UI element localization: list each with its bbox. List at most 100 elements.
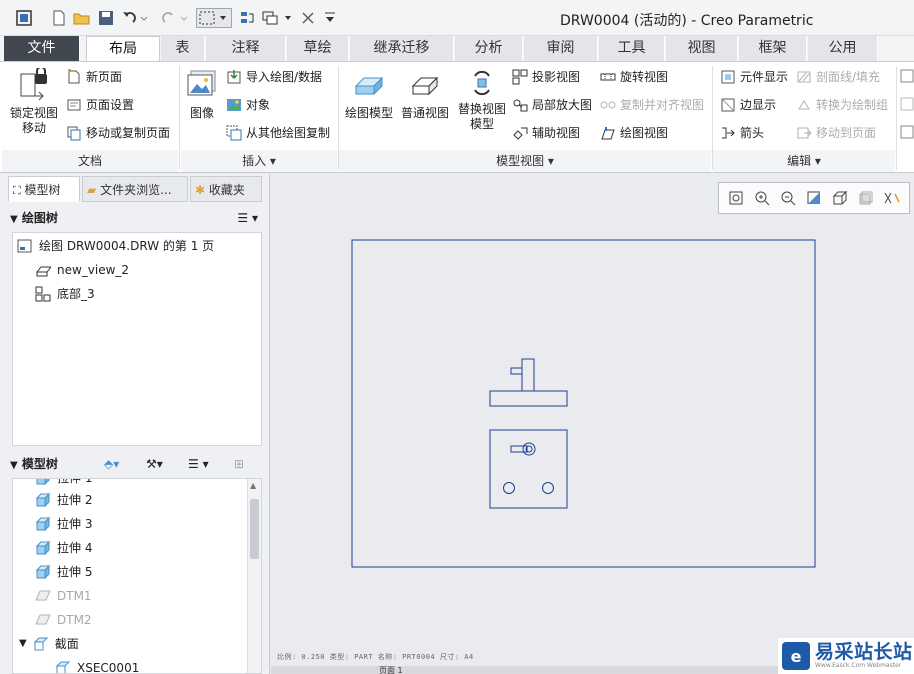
tree-item-sheet[interactable]: 绘图 DRW0004.DRW 的第 1 页 [17,235,214,257]
drawing-tree-header[interactable]: ▼ 绘图树 ☰ ▾ [10,206,262,230]
extrude-label: 拉伸 2 [57,493,93,507]
datum-plane-icon [35,614,51,625]
tree-item-datum-plane[interactable]: DTM2 [35,609,92,631]
detailed-view-button[interactable]: 局部放大图 [512,96,592,113]
drawing-model-icon [354,76,384,96]
tree-item-extrude[interactable]: 拉伸 4 [35,537,92,559]
auxiliary-view-button[interactable]: 辅助视图 [512,124,580,141]
tab-annotate[interactable]: 注释 [206,36,286,61]
model-tree: 拉伸 1 拉伸 2 拉伸 3 拉伸 4 拉伸 5 DTM1 DTM2 ▼ 截面 … [12,478,262,674]
lock-view-move-button[interactable]: 锁定视图 移动 [6,68,62,136]
model-tree-header[interactable]: ▼ 模型树 ⬘▾ ⚒▾ ☰ ▾ ⊞ [10,452,262,476]
window-icon[interactable] [12,8,36,28]
window-title: DRW0004 (活动的) - Creo Parametric [560,13,814,29]
scrollbar-thumb[interactable] [250,499,259,559]
insert-group-footer[interactable]: 插入 ▾ [181,150,337,172]
select-box-icon[interactable] [196,8,232,28]
drawing-view-button[interactable]: 绘图视图 [600,124,668,141]
projection-view-button[interactable]: 投影视图 [512,68,580,85]
drawing-sheet[interactable] [271,174,914,674]
edge-display-button[interactable]: 边显示 [720,96,776,113]
tab-view[interactable]: 视图 [666,36,738,61]
collapse-icon[interactable]: ▼ [10,214,18,225]
tab-analysis[interactable]: 分析 [455,36,523,61]
edit-group-footer[interactable]: 编辑 ▾ [713,150,895,172]
component-display-button[interactable]: 元件显示 [720,68,788,85]
copy-align-view-button[interactable]: 复制并对齐视图 [600,96,704,113]
format-icon[interactable] [900,124,914,140]
datum-plane-label: DTM1 [57,589,92,603]
new-icon[interactable] [50,8,68,28]
tools-icon[interactable]: ⚒▾ [146,452,163,476]
tab-favorites[interactable]: ✱ 收藏夹 [190,176,262,202]
import-drawing-data-button[interactable]: 导入绘图/数据 [226,68,322,85]
tab-folder-browser[interactable]: ▰ 文件夹浏览... [82,176,188,202]
datum-plane-icon [35,590,51,601]
convert-to-draw-group-button[interactable]: 转换为绘制组 [796,96,888,113]
tree-item-extrude[interactable]: 拉伸 3 [35,513,92,535]
page-setup-button[interactable]: 页面设置 [66,96,134,113]
tab-legacy-migration[interactable]: 继承迁移 [350,36,454,61]
tab-layout[interactable]: 布局 [86,36,160,62]
tab-file[interactable]: 文件 [4,36,80,61]
format-icon[interactable] [900,68,914,84]
copy-from-other-drawing-button[interactable]: 从其他绘图复制 [226,124,330,141]
drawing-model-label: 绘图模型 [344,106,393,120]
scroll-up-icon[interactable]: ▲ [250,481,256,490]
watermark: e 易采站长站 Www.Easck.Com Webmaster [778,638,914,674]
image-button[interactable]: 图像 [184,68,220,121]
undo-icon[interactable] [120,8,150,28]
regenerate-icon[interactable] [238,8,256,28]
tree-item-extrude[interactable]: 拉伸 5 [35,561,92,583]
drawing-model-button[interactable]: 绘图模型 [342,68,396,121]
tab-model-tree[interactable]: ⛶ 模型树 [8,176,80,202]
tree-item-view[interactable]: new_view_2 [35,259,129,281]
detailed-view-icon [513,99,528,111]
tree-item-extrude[interactable]: 拉伸 1 [35,479,92,489]
move-to-page-button[interactable]: 移动到页面 [796,124,876,141]
chevron-down-icon: ▾ [814,154,821,168]
tree-item-xsec[interactable]: XSEC0001 [55,657,139,673]
close-window-icon[interactable] [300,8,316,28]
object-button[interactable]: 对象 [226,96,270,113]
tab-sketch[interactable]: 草绘 [287,36,349,61]
collapse-icon[interactable]: ▼ [19,633,27,655]
filter-icon[interactable]: ⊞ [234,452,244,476]
redo-icon[interactable] [160,8,190,28]
model-tree-scrollbar[interactable]: ▲ [247,479,261,673]
general-view-button[interactable]: 普通视图 [398,68,452,121]
tab-tools[interactable]: 工具 [599,36,665,61]
tree-settings-icon[interactable]: ☰ ▾ [237,206,258,230]
tree-item-extrude[interactable]: 拉伸 2 [35,489,92,511]
replace-view-model-button[interactable]: 替换视图 模型 [454,68,510,132]
page-tab[interactable]: 页面 1 [379,665,403,674]
revolved-view-button[interactable]: 旋转视图 [600,68,668,85]
tree-item-sections[interactable]: ▼ 截面 [19,633,79,655]
customize-icon[interactable] [322,8,338,28]
new-page-button[interactable]: 新页面 [66,68,122,85]
image-label: 图像 [189,106,214,120]
display-style-icon[interactable]: ⬘▾ [104,452,119,476]
graphics-area[interactable]: 比例: 0.250 类型: PART 名称: PRT0004 尺寸: A4 页面… [271,174,914,674]
navigator-panel: ⛶ 模型树 ▰ 文件夹浏览... ✱ 收藏夹 ▼ 绘图树 ☰ ▾ 绘图 DRW0… [0,174,270,674]
tree-item-view[interactable]: 底部_3 [35,283,95,305]
tab-table[interactable]: 表 [161,36,205,61]
open-icon[interactable] [72,8,92,28]
arrow-button[interactable]: 箭头 [720,124,764,141]
hatch-fill-button[interactable]: 剖面线/填充 [796,68,880,85]
windows-icon[interactable] [260,8,294,28]
tab-framework[interactable]: 框架 [739,36,807,61]
save-icon[interactable] [96,8,116,28]
collapse-icon[interactable]: ▼ [10,460,18,471]
top-view[interactable] [489,358,568,407]
format-icon[interactable] [900,96,914,112]
tab-utilities[interactable]: 公用 [808,36,878,61]
tree-settings-icon[interactable]: ☰ ▾ [188,452,209,476]
move-copy-page-button[interactable]: 移动或复制页面 [66,124,170,141]
tab-review[interactable]: 审阅 [524,36,598,61]
bottom-view[interactable] [489,429,568,509]
view-label: 底部_3 [57,287,95,301]
replace-view-model-label: 替换视图 模型 [457,102,506,131]
tree-item-datum-plane[interactable]: DTM1 [35,585,92,607]
model-views-group-footer[interactable]: 模型视图 ▾ [339,150,711,172]
